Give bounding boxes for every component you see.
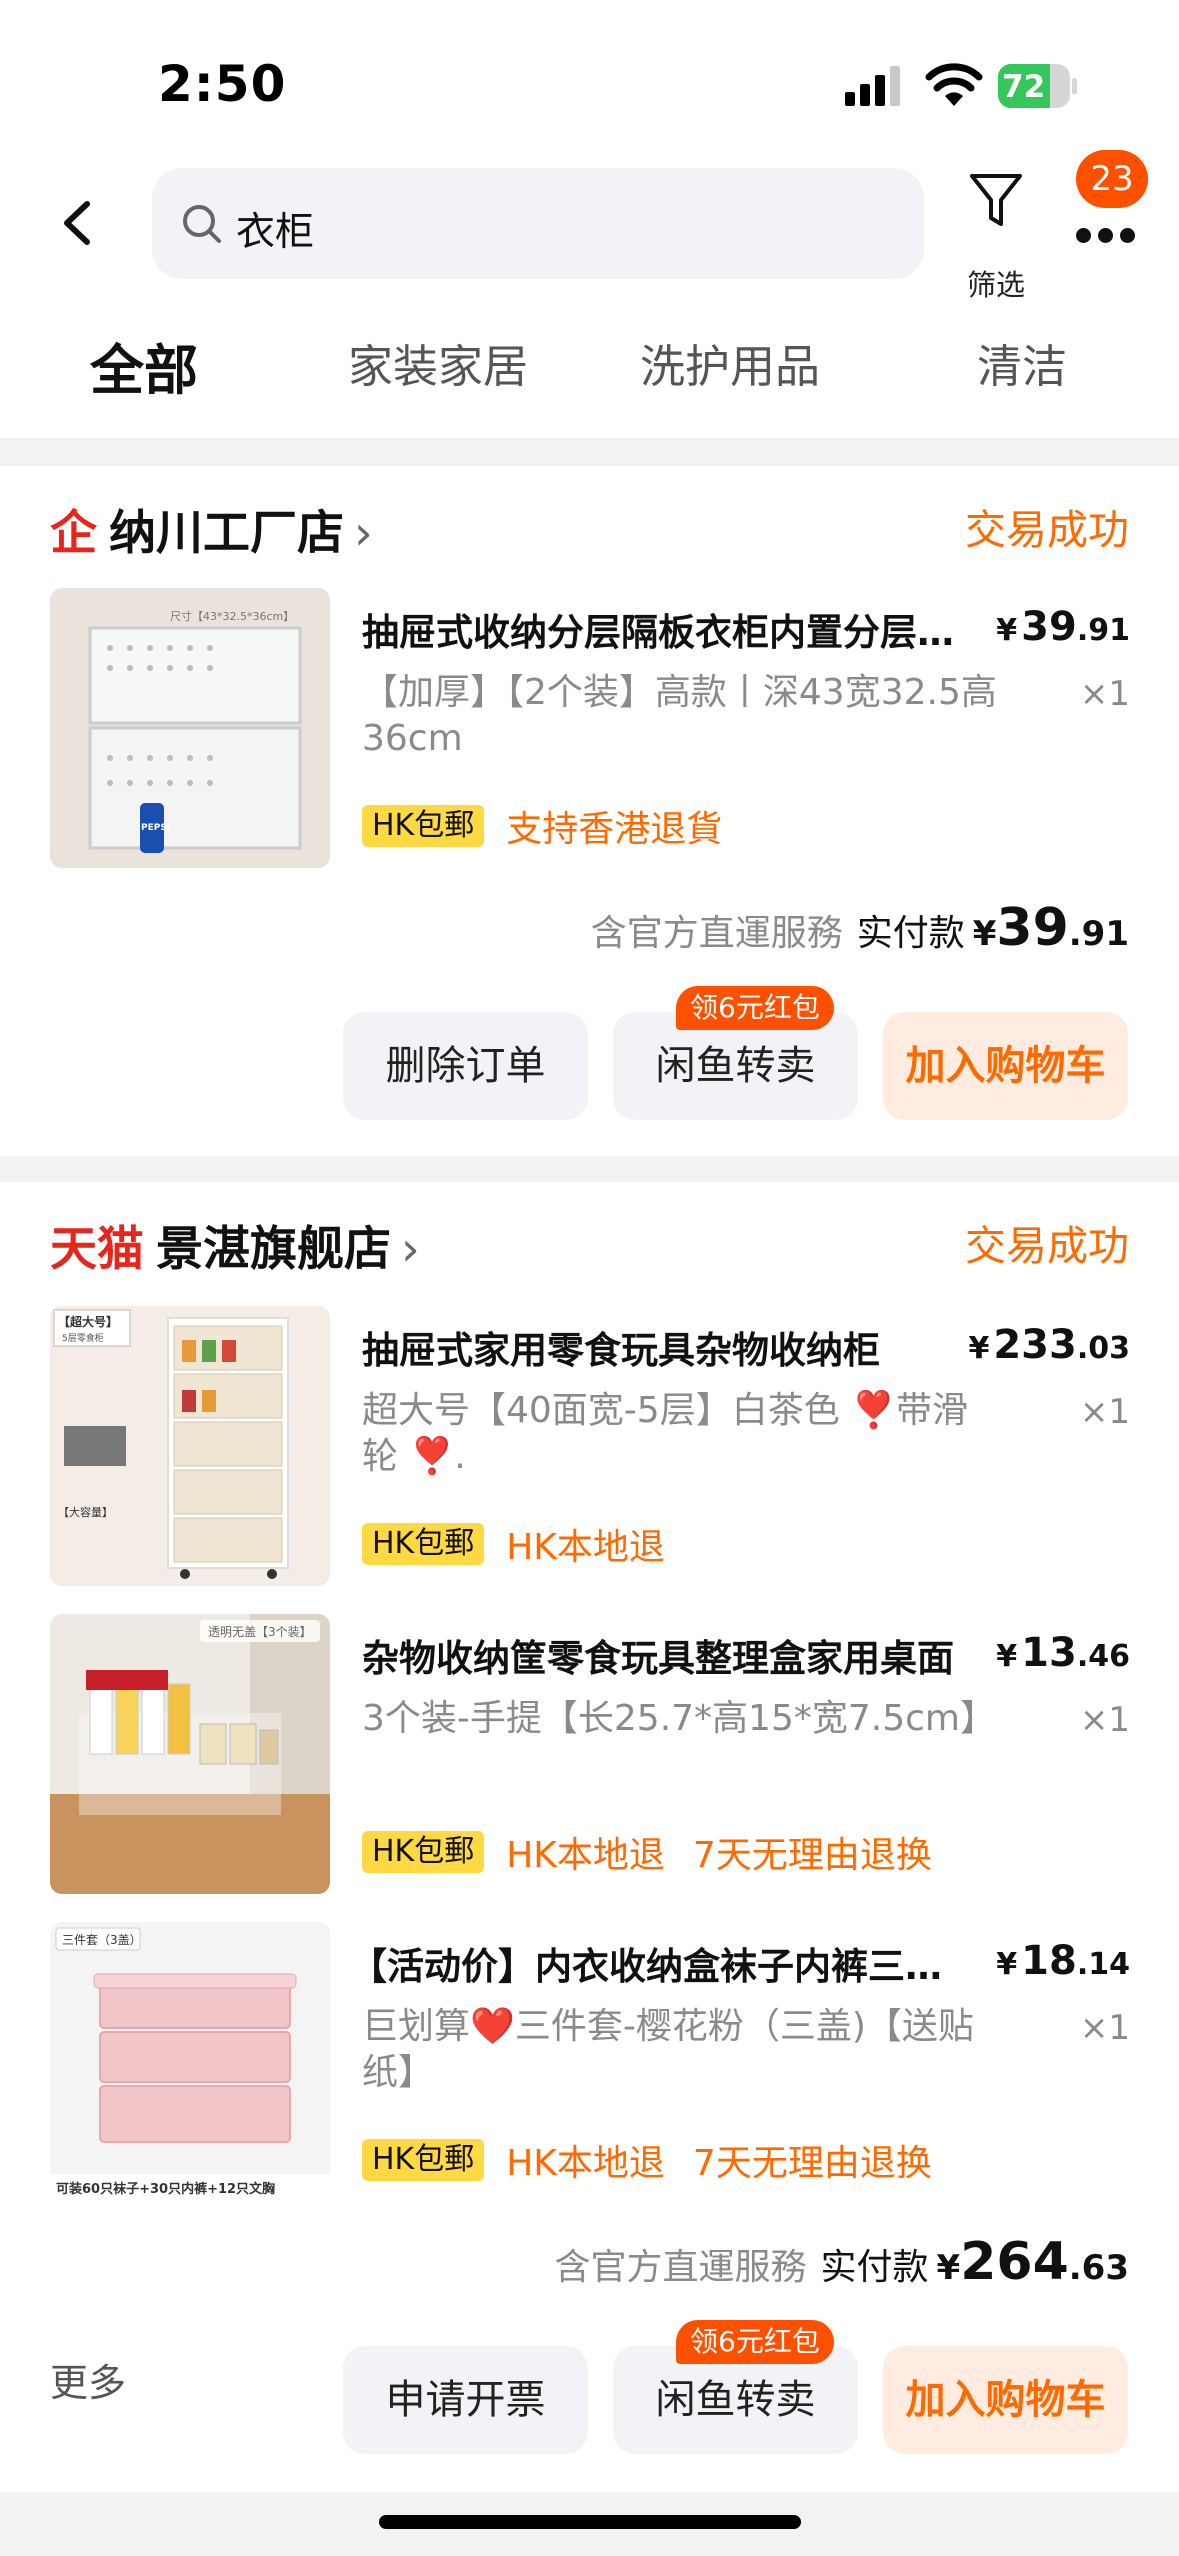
svg-text:尺寸【43*32.5*36cm】: 尺寸【43*32.5*36cm】 [170, 609, 294, 623]
shipping-tag: HK包郵 [362, 805, 485, 847]
product-title: 杂物收纳筐零食玩具整理盒家用桌面 [362, 1637, 954, 1680]
tab-home-furnishing[interactable]: 家装家居 [348, 330, 528, 395]
shop-name: 纳川工厂店 [109, 506, 344, 561]
order-status: 交易成功 [965, 506, 1129, 554]
tab-cleaning[interactable]: 清洁 [977, 330, 1067, 395]
order-card[interactable]: 企纳川工厂店 › 交易成功 尺寸【43*32.5*36cm】 PEPSI 抽屉式收… [0, 466, 1179, 1156]
svg-text:5层零食柜: 5层零食柜 [62, 1332, 104, 1344]
search-input[interactable]: 衣柜 [152, 168, 924, 279]
order-item[interactable]: 透明无盖【3个装】 杂物收纳筐零食玩具整理盒家用桌面 ¥13.46 3个装-手提… [50, 1614, 1130, 1894]
more-dots-icon [1076, 228, 1136, 244]
battery-icon: 72 [998, 64, 1078, 108]
notification-badge: 23 [1076, 150, 1148, 208]
product-sku: 超大号【40面宽-5层】白茶色 ❣️带滑轮 ❣️. [362, 1390, 968, 1477]
product-tags: HK包郵 HK本地退 7天无理由退换 [362, 2134, 1122, 2184]
order-item[interactable]: 三件套（3盖） 可装60只袜子+30只内裤+12只文胸 【活动价】内衣收纳盒袜子… [50, 1922, 1130, 2202]
more-link[interactable]: 更多 [50, 2352, 126, 2407]
product-sku: 巨划算❤️三件套-樱花粉（三盖)【送贴纸】 [362, 2006, 974, 2093]
seven-day-return-tag: 7天无理由退换 [692, 2143, 932, 2184]
search-icon [183, 205, 221, 243]
chevron-right-icon: › [401, 1222, 420, 1277]
product-price: ¥39.91 [996, 604, 1130, 650]
filter-button[interactable]: 筛选 [960, 172, 1030, 302]
product-quantity: ×1 [1079, 674, 1130, 714]
product-image: 尺寸【43*32.5*36cm】 PEPSI [50, 588, 330, 868]
product-quantity: ×1 [1079, 1700, 1130, 1740]
product-quantity: ×1 [1079, 1392, 1130, 1432]
home-indicator[interactable] [379, 2515, 801, 2529]
svg-text:透明无盖【3个装】: 透明无盖【3个装】 [208, 1625, 312, 1639]
status-time: 2:50 [158, 55, 287, 113]
product-price: ¥13.46 [996, 1630, 1130, 1676]
delete-order-button[interactable]: 删除订单 [343, 1012, 588, 1120]
svg-text:三件套（3盖）: 三件套（3盖） [62, 1933, 142, 1947]
product-image: 三件套（3盖） 可装60只袜子+30只内裤+12只文胸 [50, 1922, 330, 2202]
order-item[interactable]: 尺寸【43*32.5*36cm】 PEPSI 抽屉式收纳分层隔板衣柜内置分层收纳… [50, 588, 1130, 868]
paid-label: 实付款 [820, 2247, 929, 2288]
shop-name-link[interactable]: 天猫 景湛旗舰店 › [50, 1210, 420, 1279]
shop-name: 景湛旗舰店 [156, 1222, 391, 1277]
seven-day-return-tag: 7天无理由退换 [692, 1835, 932, 1876]
shop-logo: 企 [50, 506, 97, 561]
category-tabs: 全部 家装家居 洗护用品 清洁 [0, 300, 1179, 435]
product-quantity: ×1 [1079, 2008, 1130, 2048]
product-tags: HK包郵 HK本地退 7天无理由退换 [362, 1826, 1122, 1876]
coupon-bubble: 领6元红包 [676, 986, 834, 1030]
product-sku: 3个装-手提【长25.7*高15*宽7.5cm】 [362, 1698, 996, 1739]
return-tag: HK本地退 [506, 2143, 665, 2184]
search-text: 衣柜 [236, 210, 315, 255]
svg-text:【大容量】: 【大容量】 [58, 1505, 113, 1519]
product-title: 抽屉式家用零食玩具杂物收纳柜 [362, 1329, 880, 1372]
section-divider [0, 1156, 1179, 1182]
status-bar: 2:50 72 [0, 0, 1179, 150]
search-header: 衣柜 筛选 23 [0, 150, 1179, 302]
add-to-cart-button[interactable]: 加入购物车 [883, 1012, 1128, 1120]
cellular-signal-icon [845, 66, 900, 106]
wifi-icon [925, 63, 983, 106]
paid-label: 实付款 [856, 913, 965, 954]
return-tag: HK本地退 [506, 1527, 665, 1568]
tab-personal-care[interactable]: 洗护用品 [640, 330, 820, 395]
svg-text:可装60只袜子+30只内裤+12只文胸: 可装60只袜子+30只内裤+12只文胸 [56, 2181, 275, 2197]
filter-label: 筛选 [966, 268, 1025, 302]
product-image: 透明无盖【3个装】 [50, 1614, 330, 1894]
order-card[interactable]: 天猫 景湛旗舰店 › 交易成功 【超大号】 5层零食柜 【大容量】 抽屉式家用零食玩… [0, 1182, 1179, 2492]
product-tags: HK包郵 HK本地退 [362, 1518, 1122, 1568]
coupon-bubble: 领6元红包 [676, 2320, 834, 2364]
back-arrow-icon[interactable] [55, 200, 101, 246]
product-image: 【超大号】 5层零食柜 【大容量】 [50, 1306, 330, 1586]
filter-icon [970, 174, 1022, 226]
section-divider [0, 438, 1179, 466]
payment-summary: 含官方直運服務 实付款 ¥264.63 [554, 2232, 1129, 2292]
service-note: 含官方直運服務 [590, 913, 843, 954]
product-title: 【活动价】内衣收纳盒袜子内裤三合一 [350, 1945, 978, 1988]
request-invoice-button[interactable]: 申请开票 [343, 2346, 588, 2454]
tmall-logo: 天猫 [50, 1222, 144, 1277]
order-status: 交易成功 [965, 1222, 1129, 1270]
shipping-tag: HK包郵 [362, 1831, 485, 1873]
product-price: ¥18.14 [996, 1938, 1130, 1984]
paid-amount: 39 [996, 898, 1069, 958]
shop-name-link[interactable]: 企纳川工厂店 › [50, 494, 373, 563]
order-item[interactable]: 【超大号】 5层零食柜 【大容量】 抽屉式家用零食玩具杂物收纳柜 ¥233.03… [50, 1306, 1130, 1586]
shipping-tag: HK包郵 [362, 2139, 485, 2181]
product-price: ¥233.03 [968, 1322, 1130, 1368]
return-tag: HK本地退 [506, 1835, 665, 1876]
service-note: 含官方直運服務 [554, 2247, 807, 2288]
tab-all[interactable]: 全部 [90, 326, 198, 405]
battery-percent: 72 [1002, 69, 1046, 105]
svg-text:PEPSI: PEPSI [141, 823, 170, 833]
return-tag: 支持香港退貨 [506, 809, 723, 850]
shipping-tag: HK包郵 [362, 1523, 485, 1565]
paid-amount: 264 [960, 2232, 1069, 2292]
product-title: 抽屉式收纳分层隔板衣柜内置分层收纳 [362, 611, 977, 654]
chevron-right-icon: › [354, 506, 373, 561]
product-tags: HK包郵 支持香港退貨 [362, 800, 1122, 850]
payment-summary: 含官方直運服務 实付款 ¥39.91 [590, 898, 1129, 958]
product-sku: 【加厚】【2个装】高款丨深43宽32.5高36cm [362, 672, 997, 759]
svg-text:【超大号】: 【超大号】 [58, 1314, 118, 1329]
add-to-cart-button[interactable]: 加入购物车 [883, 2346, 1128, 2454]
